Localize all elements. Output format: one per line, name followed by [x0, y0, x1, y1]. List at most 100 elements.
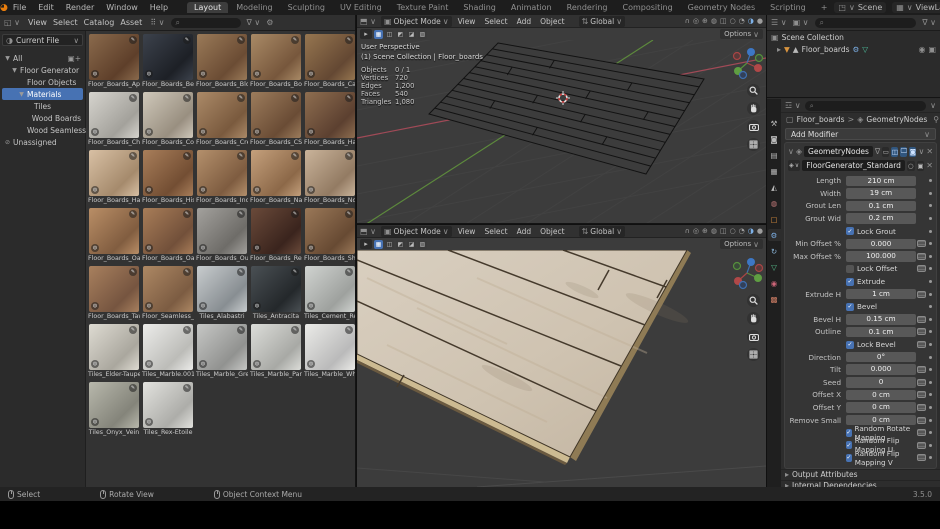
tab-layout[interactable]: Layout [187, 2, 228, 13]
viewport-menu-view[interactable]: View [457, 17, 477, 26]
decorator-dot[interactable] [927, 343, 933, 346]
value-field[interactable]: 1 cm [846, 289, 916, 300]
filter-icon[interactable]: ∇ ∨ [247, 18, 261, 27]
unlink-icon[interactable]: ✕ [926, 161, 933, 170]
value-field[interactable]: 0° [846, 352, 916, 363]
value-field[interactable]: 0 cm [846, 390, 916, 401]
input-attribute-toggle-icon[interactable] [917, 316, 926, 323]
value-field[interactable]: 0 [846, 377, 916, 388]
asset-item[interactable]: ✎◍Floor_Boards_Blo... [196, 34, 248, 90]
panel-internal-dependencies[interactable]: ▸Internal Dependencies [781, 480, 940, 487]
asset-item[interactable]: ✎◍Tiles_Marble_Panzoo [250, 324, 302, 380]
add-modifier-dropdown[interactable]: Add Modifier ∨ [785, 128, 936, 140]
decorator-dot[interactable] [927, 431, 933, 434]
render-icon[interactable]: ◙ [768, 133, 781, 145]
checkbox[interactable]: ✓ [846, 278, 854, 286]
tool-option-icon[interactable]: ◫ [385, 240, 394, 249]
texture-icon[interactable]: ▩ [768, 293, 781, 305]
object-icon[interactable]: ▢ [768, 213, 781, 225]
decorator-dot[interactable] [927, 393, 933, 396]
asset-item[interactable]: ✎◍Floor_Boards_Col... [142, 92, 194, 148]
asset-item[interactable]: ✎◍Floor_Boards_Oak... [88, 208, 140, 264]
zoom-icon[interactable] [747, 294, 760, 307]
tool-option-icon[interactable]: ▦ [374, 240, 383, 249]
tab-texture-paint[interactable]: Texture Paint [390, 2, 456, 13]
catalog-materials[interactable]: ▼Materials [2, 88, 83, 100]
tool-option-icon[interactable]: ▨ [418, 240, 427, 249]
options-dropdown[interactable]: Options ∨ [720, 29, 763, 39]
display-edit-icon[interactable]: ◫ [891, 147, 898, 157]
asset-item[interactable]: ✎◍Tiles_Alabastri [196, 266, 248, 322]
gizmo-toggle-icon[interactable]: ⊕ [702, 17, 708, 25]
pin-icon[interactable]: ⚲ [933, 115, 939, 124]
object-row[interactable]: ▸ ▼ ▲ Floor_boards ⚙ ▽ ◉ ▣ [767, 43, 940, 55]
input-attribute-toggle-icon[interactable] [917, 328, 926, 335]
decorator-dot[interactable] [927, 356, 933, 359]
active-tool-icon[interactable]: ▸ [360, 239, 372, 249]
tool-option-icon[interactable]: ◩ [396, 240, 405, 249]
checkbox[interactable]: ✓ [846, 341, 854, 349]
add-workspace-button[interactable]: + [814, 2, 835, 13]
new-copy-icon[interactable]: ▣ [917, 161, 925, 171]
scene-icon[interactable]: ◭ [768, 181, 781, 193]
active-tool-icon[interactable]: ▸ [360, 29, 372, 39]
asset-item[interactable]: ✎◍Floor_Boards_She... [304, 208, 355, 264]
shading-material-icon[interactable]: ◑ [748, 227, 754, 235]
tool-option-icon[interactable]: ◫ [385, 30, 394, 39]
ortho-grid-icon[interactable] [747, 348, 760, 361]
input-attribute-toggle-icon[interactable] [917, 404, 926, 411]
filter-icon[interactable]: ∇ ∨ [922, 18, 936, 27]
shading-wireframe-icon[interactable]: ○ [730, 227, 736, 235]
viewport-menu-object[interactable]: Object [539, 227, 565, 236]
breadcrumb-object[interactable]: Floor_boards [797, 115, 845, 124]
decorator-dot[interactable] [927, 330, 933, 333]
object-data-icon[interactable]: ▽ [768, 261, 781, 273]
asset-item[interactable]: ✎◍Tiles_Antracita [250, 266, 302, 322]
display-render-icon[interactable]: ◙ [909, 147, 916, 157]
asset-item[interactable]: ✎◍Tiles_Marble_Grey [196, 324, 248, 380]
decorator-dot[interactable] [927, 406, 933, 409]
navigation-gizmo[interactable] [730, 256, 764, 290]
decorator-dot[interactable] [927, 242, 933, 245]
editor-type-icon[interactable]: ⬒ ∨ [360, 227, 376, 236]
viewport-menu-add[interactable]: Add [516, 227, 533, 236]
value-field[interactable]: 0.1 cm [846, 327, 916, 338]
tab-modeling[interactable]: Modeling [229, 2, 279, 13]
editor-type-icon[interactable]: ☲ ∨ [785, 101, 801, 110]
decorator-dot[interactable] [927, 255, 933, 258]
menu-window[interactable]: Window [101, 2, 143, 13]
decorator-dot[interactable] [927, 318, 933, 321]
tab-geometry-nodes[interactable]: Geometry Nodes [681, 2, 762, 13]
decorator-dot[interactable] [927, 217, 933, 220]
asset-item[interactable]: ✎◍Tiles_Cement_Res... [304, 266, 355, 322]
modifier-name-field[interactable]: GeometryNodes [804, 146, 873, 157]
tool-option-icon[interactable]: ▦ [374, 30, 383, 39]
viewport-wireframe[interactable]: ⬒ ∨ ▣ Object Mode ∨ ViewSelectAddObject … [357, 15, 766, 224]
asset-item[interactable]: ✎◍Floor_Boards_Out... [196, 208, 248, 264]
camera-view-icon[interactable] [747, 330, 760, 343]
asset-item[interactable]: ✎◍Tiles_Elder-Taupe [88, 324, 140, 380]
decorator-dot[interactable] [927, 456, 933, 459]
overlays-icon[interactable]: ◍ [711, 227, 717, 235]
viewport-menu-select[interactable]: Select [483, 17, 508, 26]
transform-orientation-select[interactable]: ⇅ Global ∨ [579, 226, 626, 237]
tool-option-icon[interactable]: ◪ [407, 240, 416, 249]
asset-item[interactable]: ✎◍Floor_Seamless_S... [142, 266, 194, 322]
value-field[interactable]: 19 cm [846, 188, 916, 199]
proportional-edit-icon[interactable]: ◎ [693, 17, 699, 25]
scene-selector[interactable]: ◳ ∨ Scene [834, 2, 886, 13]
tool-option-icon[interactable]: ◪ [407, 30, 416, 39]
asset-item[interactable]: ✎◍Floor_Boards_Bou... [250, 34, 302, 90]
decorator-dot[interactable] [927, 204, 933, 207]
asset-item[interactable]: ✎◍Floor_Boards_Beb... [142, 34, 194, 90]
viewport-rendered[interactable]: ⬒ ∨ ▣ Object Mode ∨ ViewSelectAddObject … [357, 225, 766, 487]
catalog-all[interactable]: ▼All▣+ [2, 52, 83, 64]
asset-source-select[interactable]: ◑ Current File ∨ [2, 34, 83, 46]
input-attribute-toggle-icon[interactable] [917, 454, 926, 461]
asset-menu-view[interactable]: View [28, 18, 47, 27]
input-attribute-toggle-icon[interactable] [917, 240, 926, 247]
value-field[interactable]: 100.000 [846, 251, 916, 262]
physics-icon[interactable]: ↻ [768, 245, 781, 257]
value-field[interactable]: 210 cm [846, 176, 916, 187]
mode-select[interactable]: ▣ Object Mode ∨ [381, 226, 452, 237]
